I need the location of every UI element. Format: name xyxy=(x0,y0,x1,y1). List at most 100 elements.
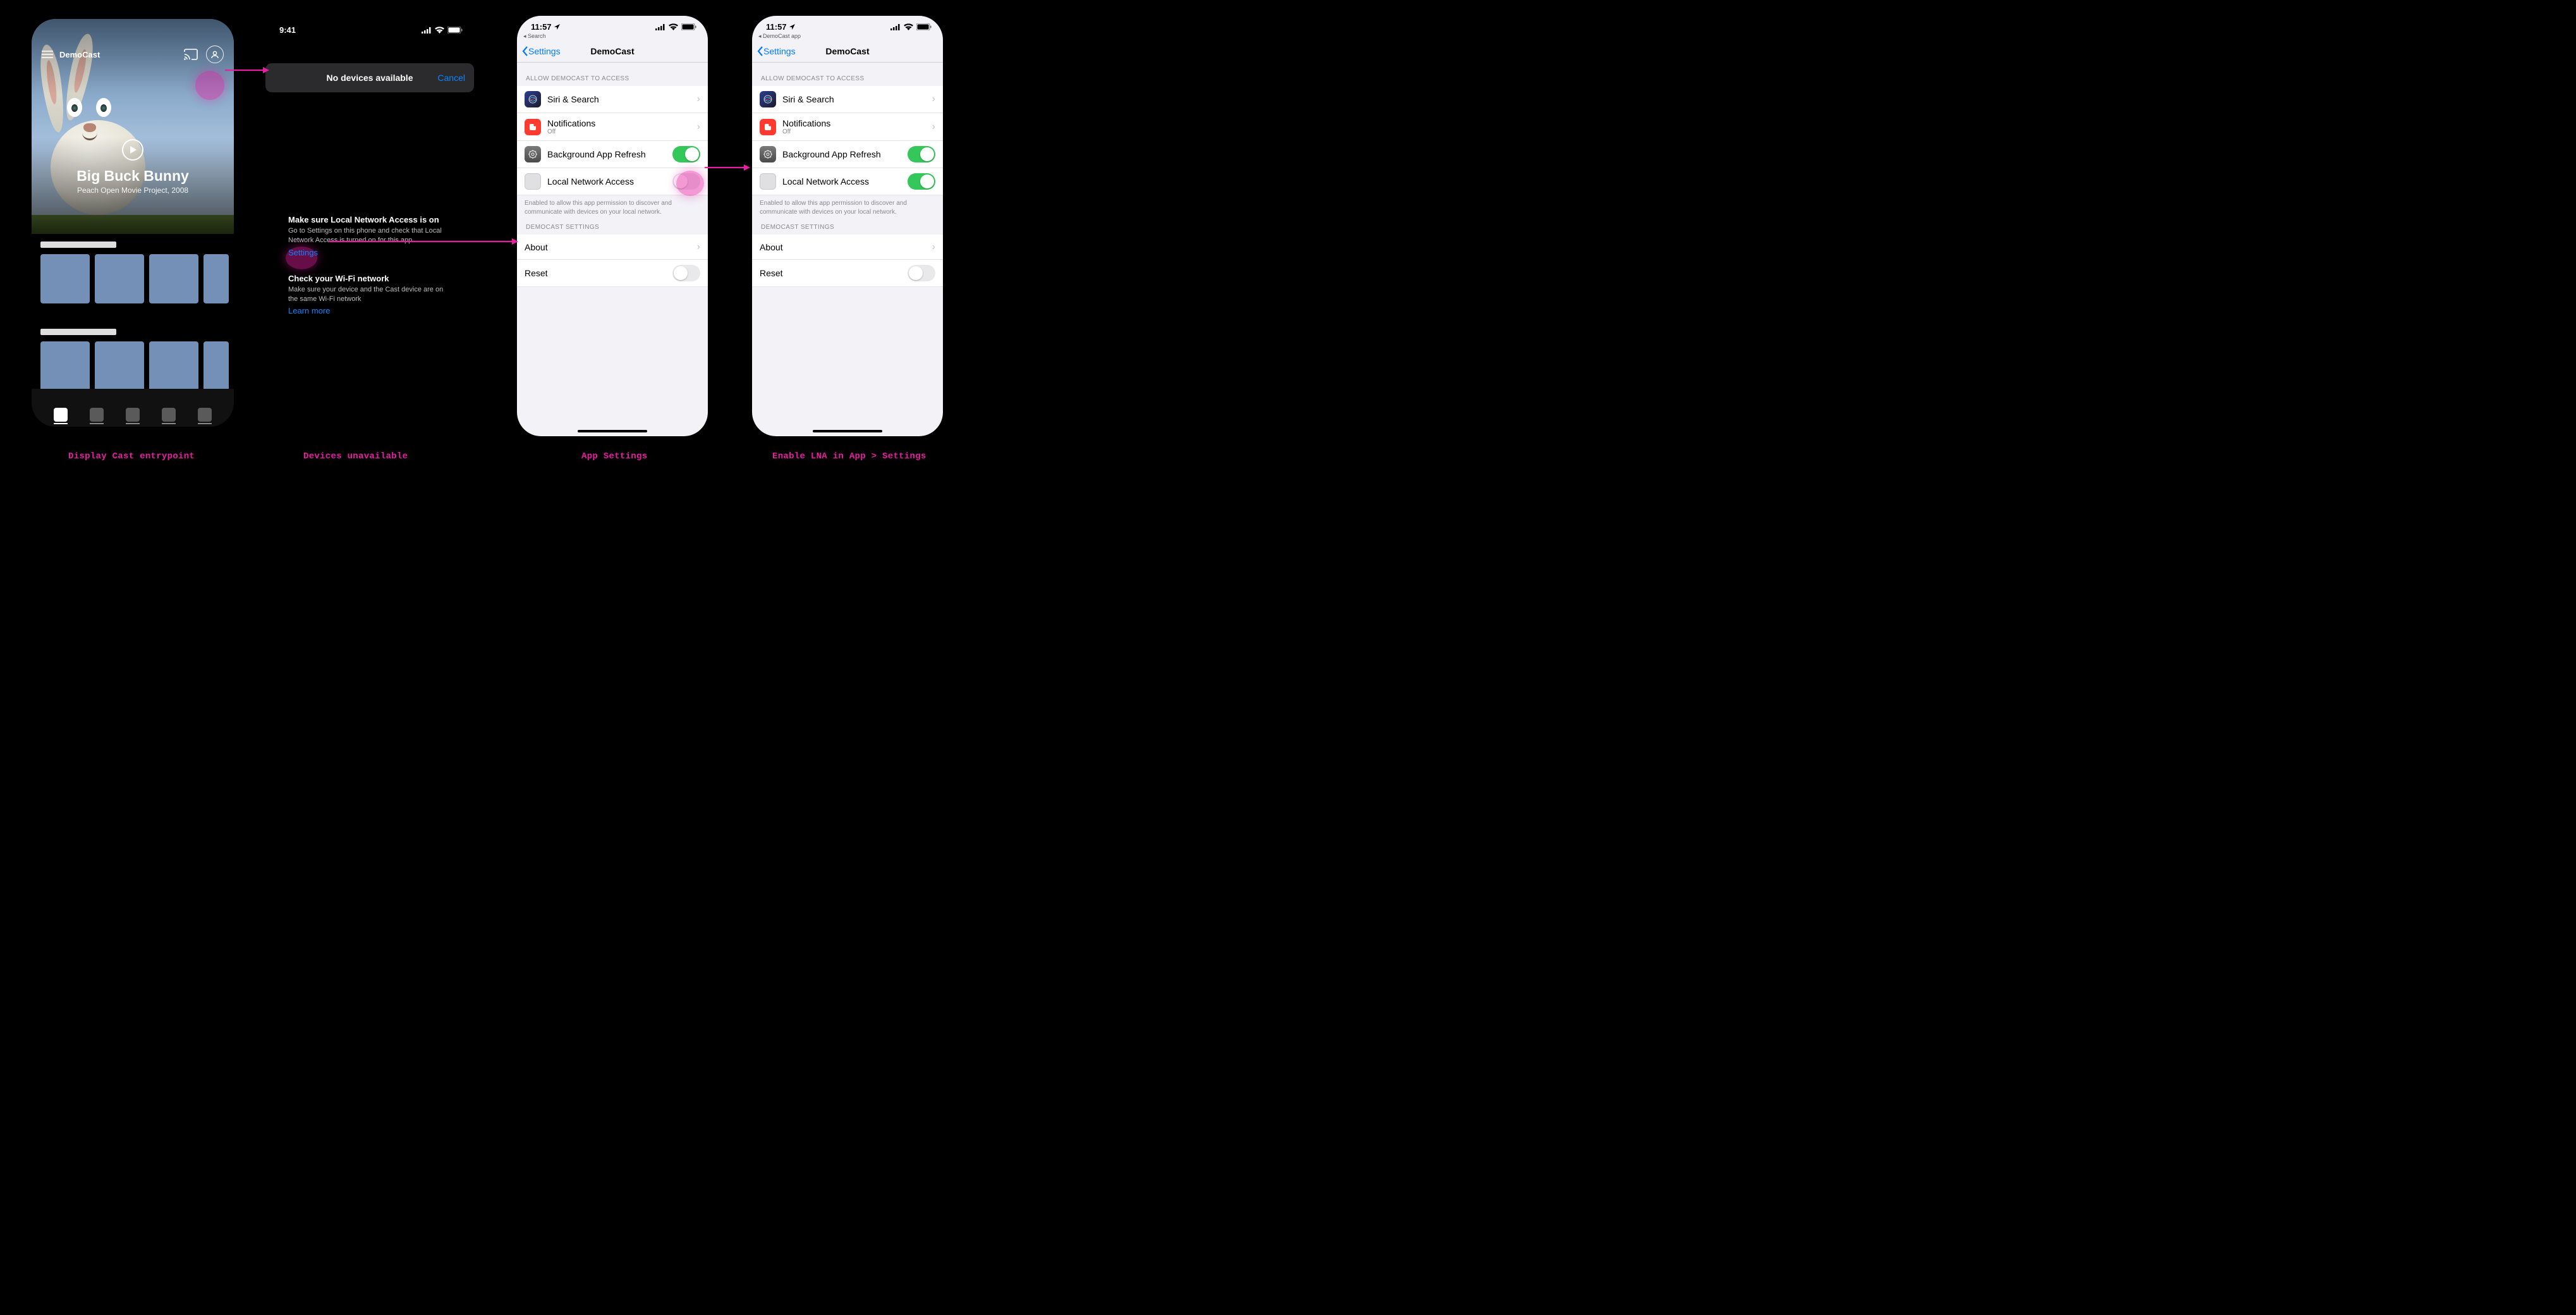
status-bar: 11:57 xyxy=(752,16,943,32)
lna-heading: Make sure Local Network Access is on xyxy=(288,215,451,224)
notifications-icon xyxy=(760,119,776,135)
tab-item[interactable] xyxy=(90,408,104,422)
lna-footer: Enabled to allow this app permission to … xyxy=(752,195,943,216)
hero-title: Big Buck Bunny xyxy=(32,168,234,185)
chevron-right-icon: › xyxy=(932,121,935,133)
breadcrumb-back[interactable]: ◂ Search xyxy=(517,32,708,40)
settings-phone-lna-off: 11:57 ◂ Search Settings DemoCast ALLOW D… xyxy=(517,16,708,436)
notifications-row[interactable]: Notifications Off › xyxy=(752,113,943,141)
media-tile[interactable] xyxy=(40,254,90,303)
nav-title: DemoCast xyxy=(590,46,634,56)
breadcrumb-back[interactable]: ◂ DemoCast app xyxy=(752,32,943,40)
media-tile[interactable] xyxy=(40,341,90,389)
local-network-row[interactable]: Local Network Access xyxy=(752,168,943,195)
siri-icon xyxy=(525,91,541,107)
battery-icon xyxy=(681,23,696,30)
chevron-right-icon: › xyxy=(697,94,700,105)
lna-icon xyxy=(525,173,541,190)
chevron-right-icon: › xyxy=(697,242,700,253)
status-time: 11:57 xyxy=(531,22,552,32)
status-time: 11:57 xyxy=(766,22,787,32)
settings-phone-lna-on: 11:57 ◂ DemoCast app Settings DemoCast A… xyxy=(752,16,943,436)
media-tile[interactable] xyxy=(149,254,198,303)
about-row[interactable]: About › xyxy=(517,235,708,260)
gear-icon xyxy=(525,146,541,162)
back-button[interactable]: Settings xyxy=(522,46,561,56)
caption-3: App Settings xyxy=(581,451,647,462)
profile-button[interactable] xyxy=(206,46,224,63)
hero-subtitle: Peach Open Movie Project, 2008 xyxy=(32,186,234,195)
caption-1: Display Cast entrypoint xyxy=(68,451,195,462)
siri-icon xyxy=(760,91,776,107)
democast-settings-header: DEMOCAST SETTINGS xyxy=(517,216,708,235)
local-network-row[interactable]: Local Network Access xyxy=(517,168,708,195)
allow-access-header: ALLOW DEMOCAST TO ACCESS xyxy=(752,63,943,86)
play-icon xyxy=(130,146,137,154)
background-refresh-row[interactable]: Background App Refresh xyxy=(517,141,708,168)
tab-item[interactable] xyxy=(198,408,212,422)
back-button[interactable]: Settings xyxy=(757,46,796,56)
wifi-icon xyxy=(904,23,913,30)
cast-button[interactable] xyxy=(182,46,200,63)
chevron-right-icon: › xyxy=(932,94,935,105)
signal-icon xyxy=(890,24,901,30)
tab-bar xyxy=(32,408,234,422)
notifications-row[interactable]: Notifications Off › xyxy=(517,113,708,141)
battery-icon xyxy=(916,23,932,30)
status-time: 9:41 xyxy=(279,25,296,35)
reset-row[interactable]: Reset xyxy=(752,260,943,287)
reset-toggle[interactable] xyxy=(908,265,935,281)
tab-item[interactable] xyxy=(54,408,68,422)
caption-2: Devices unavailable xyxy=(303,451,408,462)
wifi-body: Make sure your device and the Cast devic… xyxy=(288,285,451,304)
background-refresh-row[interactable]: Background App Refresh xyxy=(752,141,943,168)
media-tile[interactable] xyxy=(95,341,144,389)
wifi-heading: Check your Wi-Fi network xyxy=(288,274,451,283)
location-icon xyxy=(789,24,795,30)
section-heading-placeholder xyxy=(40,329,116,335)
chevron-left-icon xyxy=(522,46,528,56)
nav-bar: Settings DemoCast xyxy=(752,40,943,63)
tab-item[interactable] xyxy=(162,408,176,422)
wifi-icon xyxy=(669,23,678,30)
caption-4: Enable LNA in App > Settings xyxy=(772,451,927,462)
home-indicator xyxy=(813,430,882,432)
battery-icon xyxy=(447,27,463,34)
media-tile[interactable] xyxy=(95,254,144,303)
learn-more-link[interactable]: Learn more xyxy=(288,306,330,315)
background-refresh-toggle[interactable] xyxy=(908,146,935,162)
reset-row[interactable]: Reset xyxy=(517,260,708,287)
siri-row[interactable]: Siri & Search › xyxy=(517,86,708,113)
app-title: DemoCast xyxy=(59,50,100,59)
flow-arrow-3 xyxy=(705,163,750,174)
location-icon xyxy=(554,24,560,30)
content-scroll[interactable] xyxy=(32,234,234,389)
settings-link[interactable]: Settings xyxy=(288,248,318,257)
tab-item[interactable] xyxy=(126,408,140,422)
user-icon xyxy=(210,50,219,59)
media-tile[interactable] xyxy=(204,254,229,303)
chevron-right-icon: › xyxy=(697,121,700,133)
wifi-icon xyxy=(435,27,444,34)
hamburger-icon[interactable] xyxy=(42,51,53,58)
cancel-button[interactable]: Cancel xyxy=(437,73,465,83)
play-button[interactable] xyxy=(122,139,143,161)
chevron-left-icon xyxy=(757,46,763,56)
section-heading-placeholder xyxy=(40,242,116,248)
status-bar: 9:41 xyxy=(265,19,474,35)
siri-row[interactable]: Siri & Search › xyxy=(752,86,943,113)
lna-icon xyxy=(760,173,776,190)
nav-bar: Settings DemoCast xyxy=(517,40,708,63)
background-refresh-toggle[interactable] xyxy=(672,146,700,162)
popup-title: No devices available xyxy=(327,73,413,83)
about-row[interactable]: About › xyxy=(752,235,943,260)
reset-toggle[interactable] xyxy=(672,265,700,281)
media-tile[interactable] xyxy=(149,341,198,389)
media-tile[interactable] xyxy=(204,341,229,389)
democast-settings-header: DEMOCAST SETTINGS xyxy=(752,216,943,235)
local-network-toggle[interactable] xyxy=(908,173,935,190)
home-indicator xyxy=(578,430,647,432)
local-network-toggle[interactable] xyxy=(672,173,700,190)
status-bar: 11:57 xyxy=(517,16,708,32)
notifications-icon xyxy=(525,119,541,135)
